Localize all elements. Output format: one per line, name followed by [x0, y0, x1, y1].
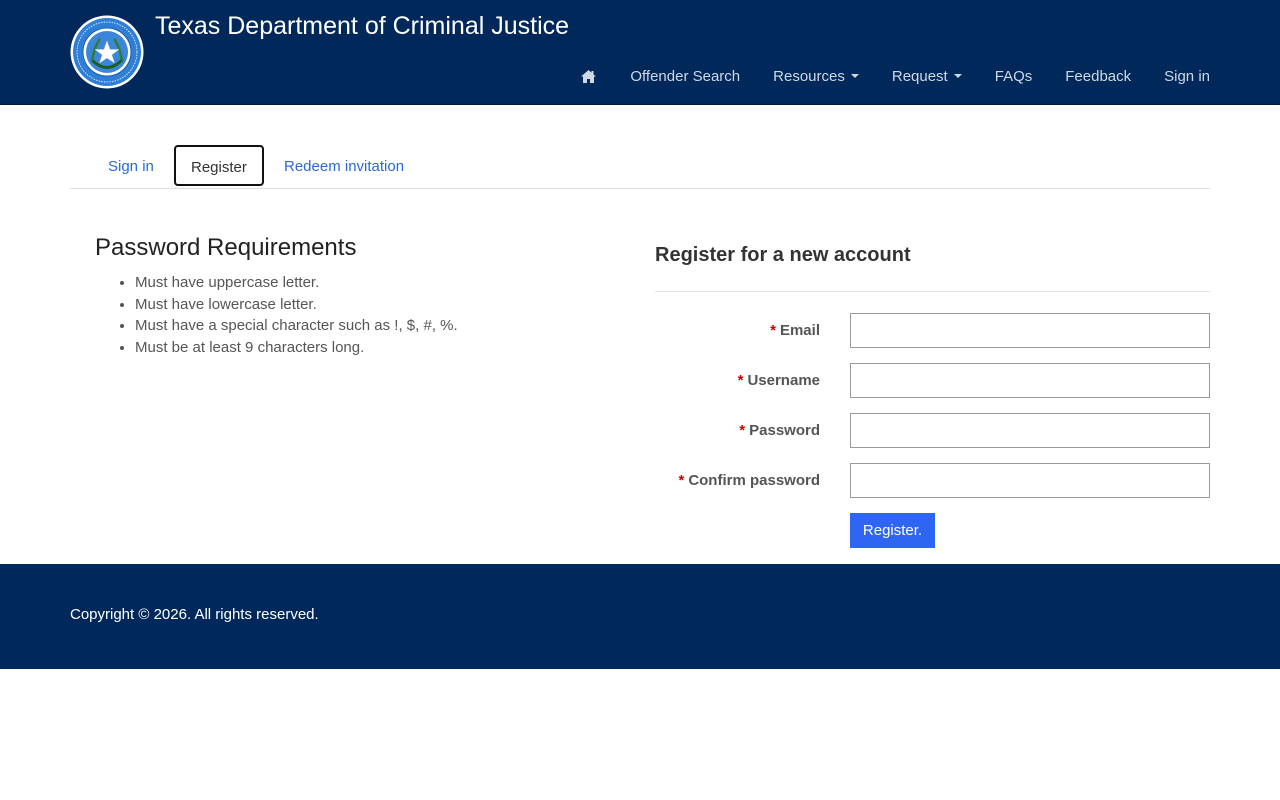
- site-header: Texas Department of Criminal Justice Off…: [0, 0, 1280, 105]
- password-label-text: Password: [749, 422, 820, 439]
- tab-sign-in[interactable]: Sign in: [108, 145, 154, 188]
- list-item: Must have a special character such as !,…: [135, 315, 458, 337]
- username-label: * Username: [738, 363, 820, 398]
- confirm-password-field[interactable]: [850, 463, 1210, 498]
- email-label-text: Email: [779, 322, 820, 339]
- email-label: * Email: [770, 313, 820, 348]
- seal-icon: [70, 15, 144, 89]
- tab-redeem-invitation[interactable]: Redeem invitation: [284, 145, 404, 188]
- required-marker: *: [678, 472, 685, 489]
- email-row: * Email: [655, 313, 1210, 348]
- username-label-text: Username: [747, 372, 820, 389]
- nav-resources-label: Resources: [773, 67, 845, 85]
- password-label: * Password: [739, 413, 820, 448]
- site-footer: Copyright © 2026. All rights reserved.: [0, 564, 1280, 669]
- email-field[interactable]: [850, 313, 1210, 348]
- confirm-password-label: * Confirm password: [678, 463, 820, 498]
- nav-feedback[interactable]: Feedback: [1065, 68, 1131, 85]
- required-marker: *: [737, 372, 744, 389]
- site-title[interactable]: Texas Department of Criminal Justice: [155, 10, 569, 42]
- password-field[interactable]: [850, 413, 1210, 448]
- password-row: * Password: [655, 413, 1210, 448]
- confirm-password-row: * Confirm password: [655, 463, 1210, 498]
- nav-sign-in-label: Sign in: [1164, 67, 1210, 85]
- required-marker: *: [739, 422, 746, 439]
- caret-down-icon: [850, 74, 859, 78]
- nav-feedback-label: Feedback: [1065, 67, 1132, 85]
- username-field[interactable]: [850, 363, 1210, 398]
- nav-request-label: Request: [891, 67, 948, 85]
- list-item: Must have uppercase letter.: [135, 272, 458, 294]
- tab-register[interactable]: Register: [174, 145, 264, 186]
- copyright-text: Copyright © 2026. All rights reserved.: [70, 606, 319, 623]
- caret-down-icon: [953, 74, 962, 78]
- home-icon[interactable]: [580, 69, 597, 84]
- username-row: * Username: [655, 363, 1210, 398]
- password-requirements-title: Password Requirements: [95, 234, 357, 261]
- nav-faqs-label: FAQs: [994, 67, 1033, 85]
- confirm-password-label-text: Confirm password: [688, 472, 820, 489]
- tdcj-seal-logo[interactable]: [70, 15, 144, 89]
- required-marker: *: [770, 322, 776, 339]
- nav-resources-dropdown[interactable]: Resources: [773, 68, 859, 85]
- register-form-title: Register for a new account: [655, 244, 911, 266]
- password-requirements-list: Must have uppercase letter. Must have lo…: [95, 272, 458, 359]
- register-button[interactable]: Register.: [850, 513, 935, 548]
- account-tabs: Sign in Register Redeem invitation: [70, 145, 1210, 189]
- form-divider: [655, 291, 1210, 292]
- list-item: Must be at least 9 characters long.: [135, 337, 458, 359]
- nav-faqs[interactable]: FAQs: [995, 68, 1033, 85]
- nav-request-dropdown[interactable]: Request: [892, 68, 962, 85]
- main-nav: Offender Search Resources Request FAQs F…: [580, 62, 1210, 90]
- nav-offender-search[interactable]: Offender Search: [630, 68, 740, 85]
- nav-sign-in[interactable]: Sign in: [1164, 68, 1210, 85]
- nav-offender-search-label: Offender Search: [630, 67, 741, 85]
- list-item: Must have lowercase letter.: [135, 294, 458, 316]
